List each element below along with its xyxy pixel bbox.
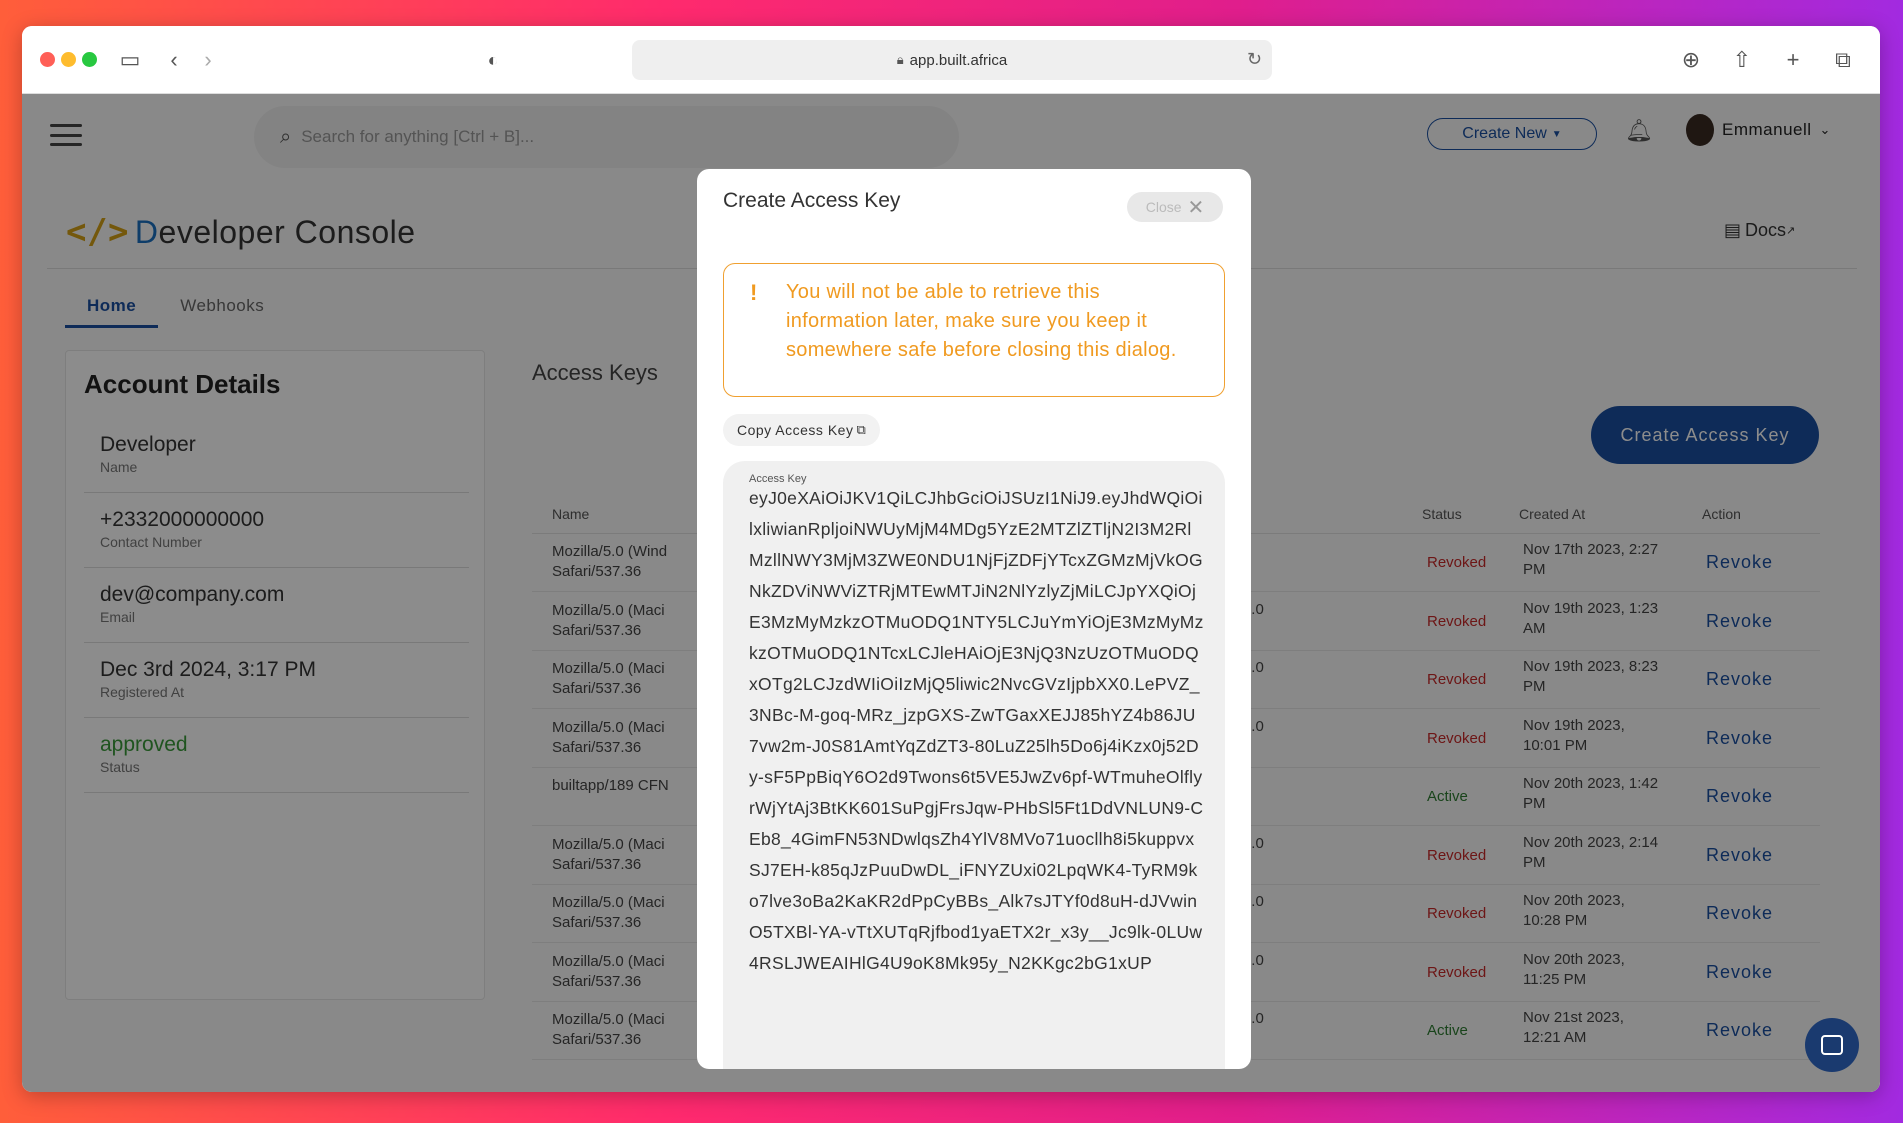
download-icon[interactable]: ⊕ [1677,46,1705,74]
copy-label: Copy Access Key [737,422,854,438]
access-key-field[interactable]: Access Key eyJ0eXAiOiJKV1QiLCJhbGciOiJSU… [723,461,1225,1069]
copy-icon: ⧉ [856,422,867,437]
close-icon: ✕ [1187,196,1205,219]
tab-overview-icon[interactable]: ⧉ [1829,46,1857,74]
chat-launcher-button[interactable] [1805,1018,1859,1072]
close-window-button[interactable] [40,52,55,67]
browser-window: ▭ ‹ › ◐ 🔒︎ app.built.africa ↻ ⊕ ⇧ + ⧉ ⌕ … [22,26,1880,1092]
shield-icon[interactable]: ◐ [479,46,507,74]
address-bar[interactable]: 🔒︎ app.built.africa ↻ [632,40,1272,80]
minimize-window-button[interactable] [61,52,76,67]
create-access-key-dialog: Create Access Key Close ✕ ! You will not… [697,169,1251,1069]
back-icon[interactable]: ‹ [160,46,188,74]
close-label: Close [1145,199,1182,215]
share-icon[interactable]: ⇧ [1728,46,1756,74]
forward-icon[interactable]: › [194,46,222,74]
reload-icon[interactable]: ↻ [1247,49,1262,70]
copy-access-key-button[interactable]: Copy Access Key ⧉ [723,414,881,446]
close-button[interactable]: Close ✕ [1127,192,1223,222]
access-key-value[interactable]: eyJ0eXAiOiJKV1QiLCJhbGciOiJSUzI1NiJ9.eyJ… [749,483,1205,979]
browser-toolbar: ▭ ‹ › ◐ 🔒︎ app.built.africa ↻ ⊕ ⇧ + ⧉ [22,26,1880,94]
dialog-title: Create Access Key [723,189,901,212]
warning-icon: ! [750,280,758,305]
warning-alert: ! You will not be able to retrieve this … [723,263,1225,397]
warning-text: You will not be able to retrieve this in… [786,281,1177,361]
sidebar-toggle-icon[interactable]: ▭ [116,46,144,74]
lock-icon: 🔒︎ [896,52,904,67]
new-tab-icon[interactable]: + [1779,46,1807,74]
url-text: app.built.africa [909,51,1008,69]
zoom-window-button[interactable] [82,52,97,67]
chat-icon [1821,1035,1843,1055]
